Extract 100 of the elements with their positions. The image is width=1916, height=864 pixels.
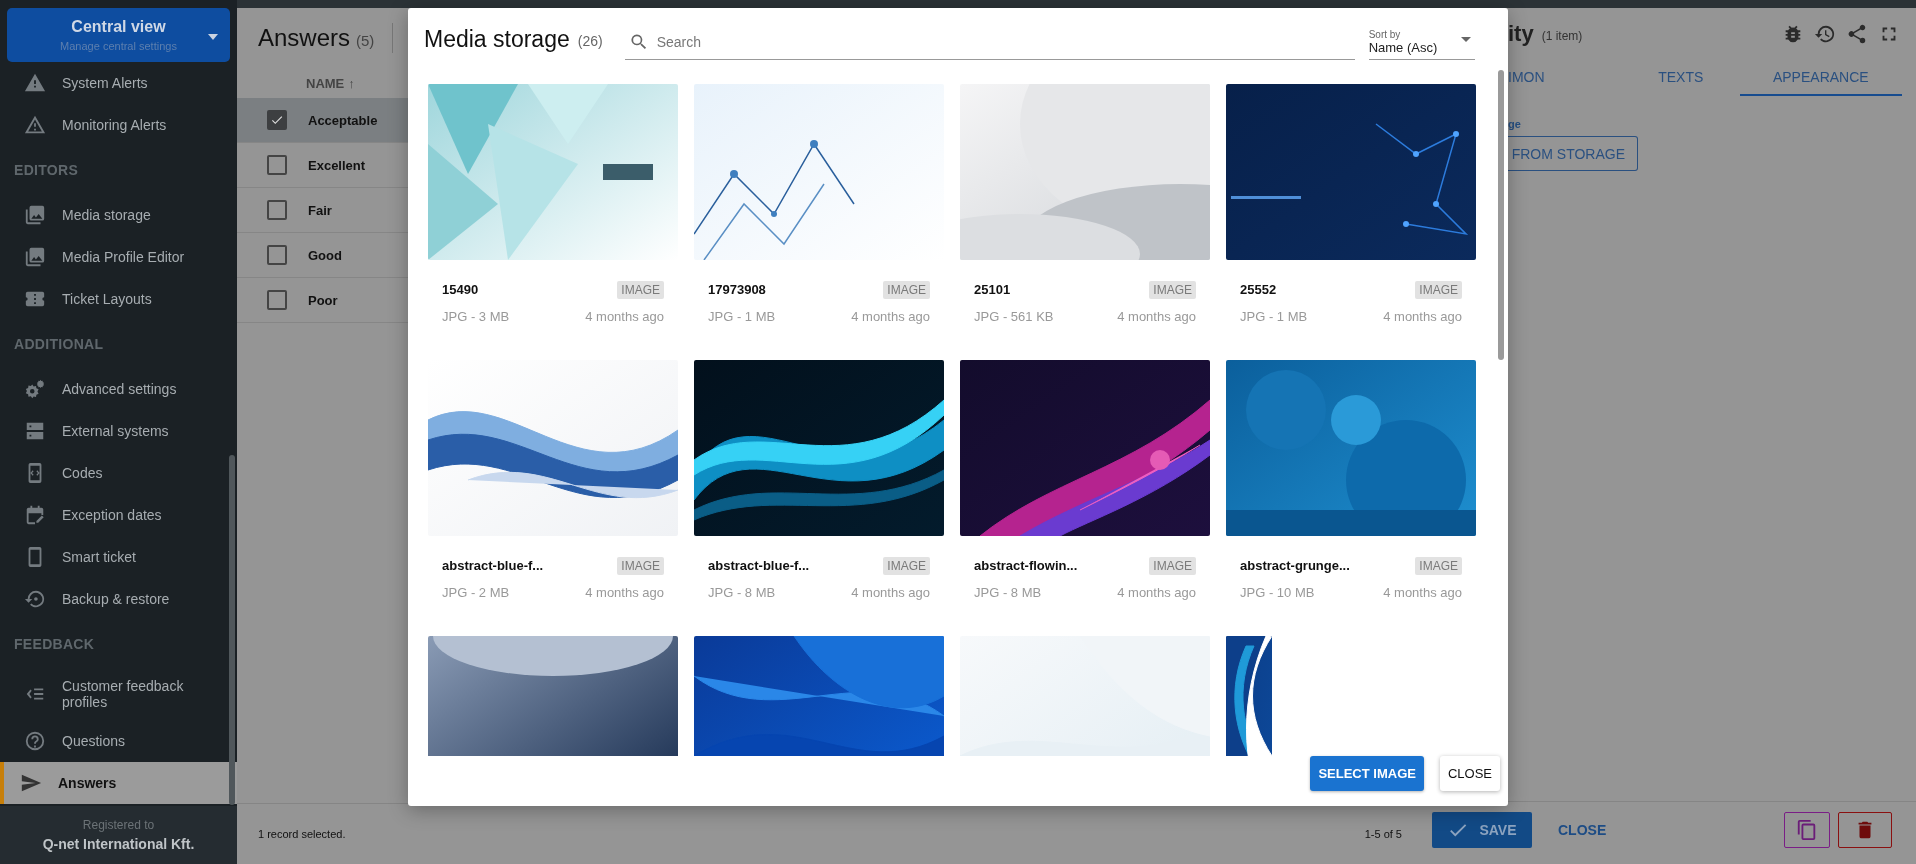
select-image-button[interactable]: SELECT IMAGE [1310,756,1424,791]
modified-time: 4 months ago [1383,308,1462,324]
sidebar-item[interactable]: Questions [0,720,237,762]
sidebar-item[interactable]: Media Profile Editor [0,236,237,278]
sidebar-item[interactable]: Smart ticket [0,536,237,578]
type-label: IMAGE [1149,280,1196,299]
media-card[interactable]: 17973908 IMAGE JPG - 1 MB 4 months ago [694,84,944,344]
file-info: JPG - 8 MB [974,584,1042,600]
warning-outline-icon [24,114,46,136]
modified-time: 4 months ago [851,584,930,600]
file-info: JPG - 8 MB [708,584,776,600]
modified-time: 4 months ago [851,308,930,324]
sidebar-item[interactable]: System Alerts [0,62,237,104]
servers-icon [24,420,46,442]
delete-button[interactable] [1838,812,1892,848]
file-name: 25552 [1240,282,1277,297]
list-title: Answers [258,24,351,52]
section-heading: FEEDBACK [13,635,96,654]
checkbox[interactable] [267,200,287,220]
section-heading: EDITORS [13,161,80,180]
gears-icon [24,378,46,400]
owner-name: Q-net International Kft. [42,836,195,852]
type-label: IMAGE [617,280,664,299]
file-name: abstract-blue-f... [442,558,544,573]
photos-icon [24,204,46,226]
table-cell: Acceptable [308,112,378,128]
modified-time: 4 months ago [1117,308,1196,324]
table-cell: Good [308,247,342,263]
file-name: 25101 [974,282,1011,297]
sidebar-item[interactable]: Advanced settings [0,368,237,410]
field-label: ge [1507,118,1522,130]
modified-time: 4 months ago [1117,584,1196,600]
sidebar-item[interactable]: Monitoring Alerts [0,104,237,146]
sidebar-item[interactable]: External systems [0,410,237,452]
media-card[interactable]: abstract-blue-f... IMAGE JPG - 2 MB 4 months ago [428,360,678,620]
modified-time: 4 months ago [1383,584,1462,600]
dialog-title: Media storage [424,25,570,53]
file-name: abstract-blue-f... [708,558,810,573]
type-label: IMAGE [883,556,930,575]
sidebar-item[interactable]: Exception dates [0,494,237,536]
checkbox[interactable] [267,245,287,265]
copy-icon [1796,819,1818,841]
history-icon[interactable] [1814,23,1836,45]
calendar-edit-icon [24,504,46,526]
check-icon [270,113,284,127]
close-button[interactable]: CLOSE [1439,756,1500,791]
caret-icon [1460,37,1471,42]
sidebar-item[interactable]: Customer feedback profiles [0,668,237,720]
type-label: IMAGE [883,280,930,299]
checkbox[interactable] [267,290,287,310]
send-icon [20,772,42,794]
file-info: JPG - 1 MB [1240,308,1308,324]
scrollbar[interactable] [1498,70,1504,360]
file-info: JPG - 3 MB [442,308,510,324]
pagination-range: 1-5 of 5 [1364,828,1402,840]
sidebar-item[interactable]: Codes [0,452,237,494]
file-info: JPG - 10 MB [1240,584,1315,600]
search-field[interactable]: Search [624,24,1355,60]
modified-time: 4 months ago [585,584,664,600]
sidebar-item[interactable]: Media storage [0,194,237,236]
selection-status: 1 record selected. [258,828,346,840]
modified-time: 4 months ago [585,308,664,324]
item-count: (1 item) [1541,29,1583,43]
table-cell: Poor [308,292,338,308]
central-view-dropdown[interactable]: Central view Manage central settings [7,8,230,62]
sort-dropdown[interactable]: Sort by Name (Asc) [1368,24,1475,60]
table-cell: Fair [308,202,332,218]
checkbox[interactable] [267,155,287,175]
media-card[interactable]: 15490 IMAGE JPG - 3 MB 4 months ago [428,84,678,344]
warning-icon [24,72,46,94]
media-card[interactable]: 25552 IMAGE JPG - 1 MB 4 months ago [1226,84,1476,344]
sidebar-item[interactable]: Answers [0,762,237,804]
caret-icon [208,34,218,40]
sidebar-item[interactable]: Ticket Layouts [0,278,237,320]
registered-caption: Registered to [82,818,155,832]
media-count: (26) [577,33,603,49]
table-cell: Excellent [308,157,366,173]
share-icon[interactable] [1846,23,1868,45]
panel-title: ity [1508,21,1534,47]
file-info: JPG - 1 MB [708,308,776,324]
file-name: abstract-flowin... [974,558,1078,573]
restore-icon [24,588,46,610]
media-card[interactable]: abstract-grunge... IMAGE JPG - 10 MB 4 months ago [1226,360,1476,620]
type-label: IMAGE [1415,280,1462,299]
sidebar-item[interactable]: Backup & restore [0,578,237,620]
type-label: IMAGE [617,556,664,575]
media-card[interactable]: abstract-flowin... IMAGE JPG - 8 MB 4 months ago [960,360,1210,620]
file-name: 15490 [442,282,479,297]
scrollbar[interactable] [229,455,235,805]
question-icon [24,730,46,752]
file-info: JPG - 2 MB [442,584,510,600]
file-name: abstract-grunge... [1240,558,1350,573]
file-name: 17973908 [708,282,766,297]
photos-icon [24,246,46,268]
copy-button[interactable] [1784,812,1830,848]
checkbox[interactable] [267,110,287,130]
type-label: IMAGE [1415,556,1462,575]
file-info: JPG - 561 KB [974,308,1054,324]
section-heading: ADDITIONAL [13,335,105,354]
media-card[interactable]: abstract-blue-f... IMAGE JPG - 8 MB 4 months ago [694,360,944,620]
